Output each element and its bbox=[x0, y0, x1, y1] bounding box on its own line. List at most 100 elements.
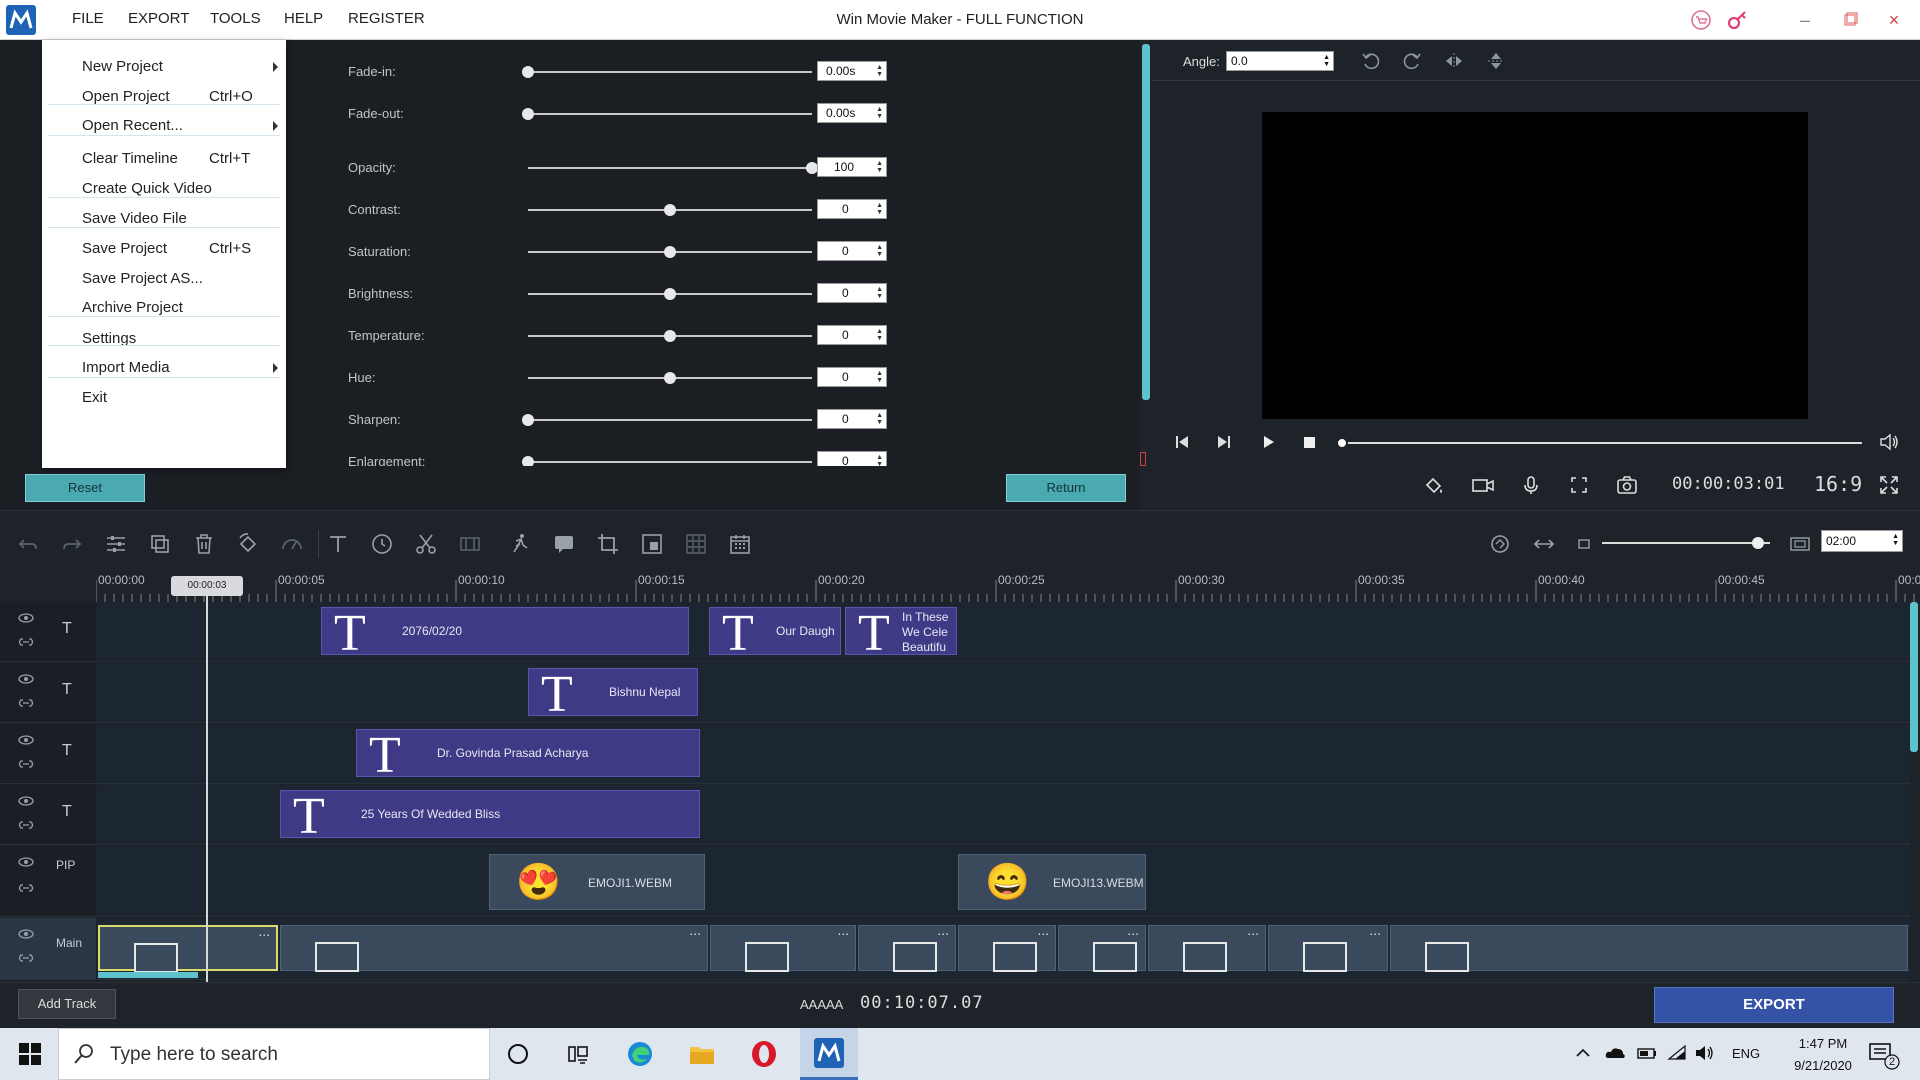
adjust-value-input[interactable]: 100 ▲ ▼ bbox=[817, 157, 887, 177]
eye-icon[interactable] bbox=[18, 673, 34, 685]
export-button[interactable]: EXPORT bbox=[1654, 987, 1894, 1023]
movie-maker-taskbar-button[interactable] bbox=[800, 1028, 858, 1080]
timeline-scrollbar[interactable] bbox=[1910, 602, 1918, 752]
adjust-slider[interactable] bbox=[528, 113, 812, 115]
microphone-icon[interactable] bbox=[1520, 474, 1542, 496]
adjust-slider[interactable] bbox=[528, 461, 812, 463]
wifi-icon[interactable] bbox=[1666, 1044, 1688, 1062]
link-icon[interactable] bbox=[18, 697, 34, 709]
file-menu-item[interactable]: Create Quick Video bbox=[42, 172, 286, 206]
link-icon[interactable] bbox=[18, 636, 34, 648]
eye-icon[interactable] bbox=[18, 928, 34, 940]
clip-menu-icon[interactable]: ... bbox=[258, 923, 270, 939]
adjust-slider-knob[interactable] bbox=[664, 204, 676, 216]
mosaic-icon[interactable] bbox=[684, 532, 708, 556]
spinner-arrows-icon[interactable]: ▲ ▼ bbox=[876, 244, 883, 258]
windows-start-icon[interactable] bbox=[18, 1042, 42, 1066]
zoom-out-icon[interactable] bbox=[1572, 532, 1596, 556]
file-menu-item[interactable]: New Project bbox=[42, 50, 286, 84]
opera-browser-icon[interactable] bbox=[750, 1040, 778, 1068]
file-menu-item[interactable]: Save Project Ctrl+S bbox=[42, 232, 286, 266]
seek-knob[interactable] bbox=[1336, 437, 1348, 449]
minimize-icon[interactable]: – bbox=[1785, 6, 1825, 34]
fullscreen-icon[interactable] bbox=[1878, 474, 1900, 496]
file-menu-item[interactable]: Clear Timeline Ctrl+T bbox=[42, 142, 286, 176]
text-clip[interactable]: T Bishnu Nepal bbox=[528, 668, 698, 716]
clip-menu-icon[interactable]: ... bbox=[1037, 922, 1049, 938]
eye-icon[interactable] bbox=[18, 612, 34, 624]
eye-icon[interactable] bbox=[18, 856, 34, 868]
main-clip[interactable]: ... bbox=[1148, 922, 1266, 972]
show-hidden-icons-icon[interactable] bbox=[1574, 1044, 1592, 1062]
adjust-slider[interactable] bbox=[528, 71, 812, 73]
paint-bucket-icon[interactable] bbox=[1422, 474, 1446, 496]
file-menu-item[interactable]: Save Video File bbox=[42, 202, 286, 236]
text-icon[interactable] bbox=[326, 532, 350, 556]
main-clip[interactable]: ... bbox=[280, 922, 708, 972]
pip-clip[interactable]: 😍 EMOJI1.WEBM bbox=[489, 854, 705, 910]
adjust-value-input[interactable]: 0 ▲ ▼ bbox=[817, 199, 887, 219]
key-icon[interactable] bbox=[1718, 6, 1758, 34]
adjust-icon[interactable] bbox=[104, 532, 128, 556]
adjust-value-input[interactable]: 0.00s ▲ ▼ bbox=[817, 61, 887, 81]
clock-time[interactable]: 1:47 PM bbox=[1788, 1036, 1858, 1051]
clip-menu-icon[interactable]: ... bbox=[937, 922, 949, 938]
adjust-scrollbar[interactable] bbox=[1142, 44, 1150, 400]
eye-icon[interactable] bbox=[18, 795, 34, 807]
spinner-arrows-icon[interactable]: ▲ ▼ bbox=[876, 286, 883, 300]
fit-screen-icon[interactable] bbox=[1568, 474, 1590, 496]
track-row[interactable] bbox=[97, 663, 1910, 723]
playhead-time[interactable]: 00:00:03 bbox=[171, 576, 243, 596]
adjust-slider-knob[interactable] bbox=[664, 330, 676, 342]
clip-menu-icon[interactable]: ... bbox=[1369, 922, 1381, 938]
subtitle-icon[interactable] bbox=[552, 532, 576, 556]
adjust-slider-knob[interactable] bbox=[522, 108, 534, 120]
adjust-slider-knob[interactable] bbox=[522, 456, 534, 466]
motion-icon[interactable] bbox=[508, 532, 532, 556]
adjust-slider[interactable] bbox=[528, 419, 812, 421]
onedrive-icon[interactable] bbox=[1604, 1044, 1626, 1062]
previous-frame-icon[interactable] bbox=[1172, 432, 1192, 452]
adjust-slider-knob[interactable] bbox=[664, 246, 676, 258]
adjust-value-input[interactable]: 0.00s ▲ ▼ bbox=[817, 103, 887, 123]
file-menu-item[interactable]: Open Recent... bbox=[42, 109, 286, 143]
main-clip[interactable] bbox=[1390, 925, 1908, 972]
adjust-value-input[interactable]: 0 ▲ ▼ bbox=[817, 325, 887, 345]
adjust-slider-knob[interactable] bbox=[522, 66, 534, 78]
battery-icon[interactable] bbox=[1636, 1044, 1658, 1062]
link-icon[interactable] bbox=[18, 882, 34, 894]
adjust-value-input[interactable]: 0 ▲ ▼ bbox=[817, 451, 887, 466]
close-icon[interactable]: × bbox=[1874, 6, 1914, 34]
main-clip[interactable]: ... bbox=[958, 922, 1056, 972]
text-clip[interactable]: T In These We Cele Beautifu bbox=[845, 607, 957, 655]
zoom-value-input[interactable]: 02:00 ▲ ▼ bbox=[1821, 530, 1903, 552]
language-indicator[interactable]: ENG bbox=[1732, 1046, 1760, 1061]
text-clip[interactable]: T Our Daugh bbox=[709, 607, 841, 655]
zoom-in-icon[interactable] bbox=[1788, 532, 1812, 556]
crop-icon[interactable] bbox=[596, 532, 620, 556]
rotate-clip-icon[interactable] bbox=[236, 532, 260, 556]
file-menu-item[interactable]: Import Media bbox=[42, 351, 286, 385]
adjust-value-input[interactable]: 0 ▲ ▼ bbox=[817, 283, 887, 303]
file-explorer-icon[interactable] bbox=[688, 1040, 716, 1068]
adjust-value-input[interactable]: 0 ▲ ▼ bbox=[817, 409, 887, 429]
spinner-arrows-icon[interactable]: ▲ ▼ bbox=[876, 64, 883, 78]
cortana-icon[interactable] bbox=[506, 1042, 530, 1066]
clip-menu-icon[interactable]: ... bbox=[837, 922, 849, 938]
playhead[interactable] bbox=[206, 576, 208, 982]
split-icon[interactable] bbox=[414, 532, 438, 556]
spinner-arrows-icon[interactable]: ▲ ▼ bbox=[876, 202, 883, 216]
maximize-icon[interactable] bbox=[1830, 6, 1870, 34]
redo-icon[interactable] bbox=[60, 532, 84, 556]
undo-icon[interactable] bbox=[16, 532, 40, 556]
rotate-left-icon[interactable] bbox=[1360, 50, 1382, 72]
zoom-slider[interactable] bbox=[1602, 542, 1770, 544]
clip-menu-icon[interactable]: ... bbox=[689, 922, 701, 938]
main-clip[interactable]: ... bbox=[1268, 922, 1388, 972]
spinner-arrows-icon[interactable]: ▲ ▼ bbox=[876, 160, 883, 174]
adjust-slider-knob[interactable] bbox=[664, 288, 676, 300]
cart-icon[interactable] bbox=[1681, 6, 1721, 34]
fit-timeline-icon[interactable] bbox=[1532, 532, 1556, 556]
clip-menu-icon[interactable]: ... bbox=[1247, 922, 1259, 938]
flip-vertical-icon[interactable] bbox=[1485, 50, 1507, 72]
